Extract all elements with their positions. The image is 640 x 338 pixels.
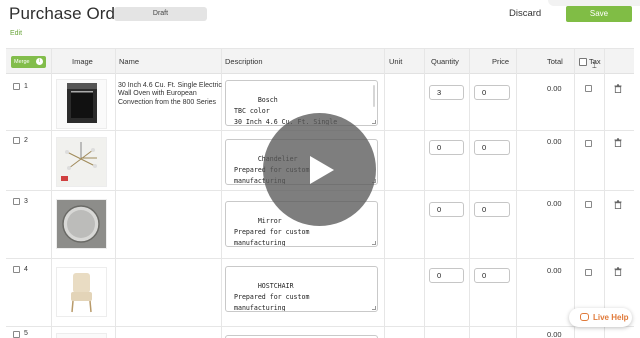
row-checkbox[interactable]	[13, 137, 20, 144]
status-badge: Draft	[114, 7, 207, 21]
trash-icon[interactable]	[614, 84, 622, 93]
quantity-input[interactable]: 0	[429, 140, 464, 155]
save-button[interactable]: Save	[566, 6, 632, 22]
resize-handle[interactable]	[372, 306, 376, 310]
row-number: 1	[24, 83, 28, 90]
column-header-image: Image	[72, 57, 93, 66]
play-icon	[310, 156, 334, 184]
tax-select-all-checkbox[interactable]	[579, 58, 587, 66]
resize-handle[interactable]	[372, 241, 376, 245]
edit-link[interactable]: Edit	[10, 30, 22, 37]
product-image-chair[interactable]	[56, 267, 107, 317]
row-checkbox[interactable]	[13, 83, 20, 90]
tax-checkbox[interactable]	[585, 85, 592, 92]
price-input[interactable]: 0	[474, 85, 510, 100]
product-image-mirror[interactable]	[56, 199, 107, 249]
tax-checkbox[interactable]	[585, 201, 592, 208]
row-number: 4	[24, 266, 28, 273]
column-header-quantity: Quantity	[431, 57, 459, 66]
row-number: 3	[24, 198, 28, 205]
column-header-price: Price	[492, 57, 510, 66]
product-image-chandelier[interactable]	[56, 137, 107, 187]
table-row: 5 0.00	[6, 327, 634, 338]
row-checkbox[interactable]	[13, 198, 20, 205]
product-image-partial[interactable]	[56, 333, 107, 338]
price-input[interactable]: 0	[474, 202, 510, 217]
trash-icon[interactable]	[614, 267, 622, 276]
description-text: HOSTCHAIR Prepared for custom manufactur…	[234, 282, 310, 312]
row-checkbox[interactable]	[13, 331, 20, 338]
row-total: 0.00	[547, 137, 562, 146]
column-header-description: Description	[225, 57, 263, 66]
row-total: 0.00	[547, 199, 562, 208]
chair-image	[71, 273, 92, 313]
row-total: 0.00	[547, 266, 562, 275]
table-header: Merge i Image Name Description Unit Quan…	[6, 49, 634, 74]
merge-label: Merge	[14, 59, 30, 65]
row-checkbox[interactable]	[13, 266, 20, 273]
row-number: 2	[24, 137, 28, 144]
merge-button[interactable]: Merge i	[11, 56, 46, 68]
discard-button[interactable]: Discard	[509, 8, 541, 19]
tax-checkbox[interactable]	[585, 140, 592, 147]
price-input[interactable]: 0	[474, 268, 510, 283]
product-name: 30 Inch 4.6 Cu. Ft. Single Electric Wall…	[118, 82, 222, 106]
column-header-total: Total	[547, 57, 563, 66]
chandelier-image	[57, 138, 106, 186]
live-help-label: Live Help	[593, 313, 629, 322]
trash-icon[interactable]	[614, 138, 622, 147]
video-play-button[interactable]	[263, 113, 376, 226]
chat-bubble-icon	[580, 313, 589, 321]
top-bar: Purchase Order Draft Discard Save	[0, 0, 640, 30]
quantity-input[interactable]: 3	[429, 85, 464, 100]
row-number: 5	[24, 330, 28, 337]
quantity-input[interactable]: 0	[429, 268, 464, 283]
trash-icon[interactable]	[614, 200, 622, 209]
oven-image	[67, 83, 97, 123]
column-header-unit: Unit	[389, 57, 403, 66]
tax-checkbox[interactable]	[585, 269, 592, 276]
mouse-cursor-icon: ⌶	[592, 61, 597, 70]
product-image-oven[interactable]	[56, 79, 107, 129]
scrollbar[interactable]	[373, 85, 375, 107]
table-row: 4 HOSTCHAIR Prepared for custom manufact…	[6, 259, 634, 327]
live-help-button[interactable]: Live Help	[569, 308, 632, 327]
mirror-image	[57, 200, 106, 248]
row-total: 0.00	[547, 84, 562, 93]
column-header-name: Name	[119, 57, 140, 66]
row-total: 0.00	[547, 330, 562, 338]
page-title: Purchase Order	[9, 4, 131, 23]
price-input[interactable]: 0	[474, 140, 510, 155]
description-textarea[interactable]: HOSTCHAIR Prepared for custom manufactur…	[225, 266, 378, 312]
quantity-input[interactable]: 0	[429, 202, 464, 217]
resize-handle[interactable]	[372, 120, 376, 124]
info-icon: i	[36, 58, 43, 65]
